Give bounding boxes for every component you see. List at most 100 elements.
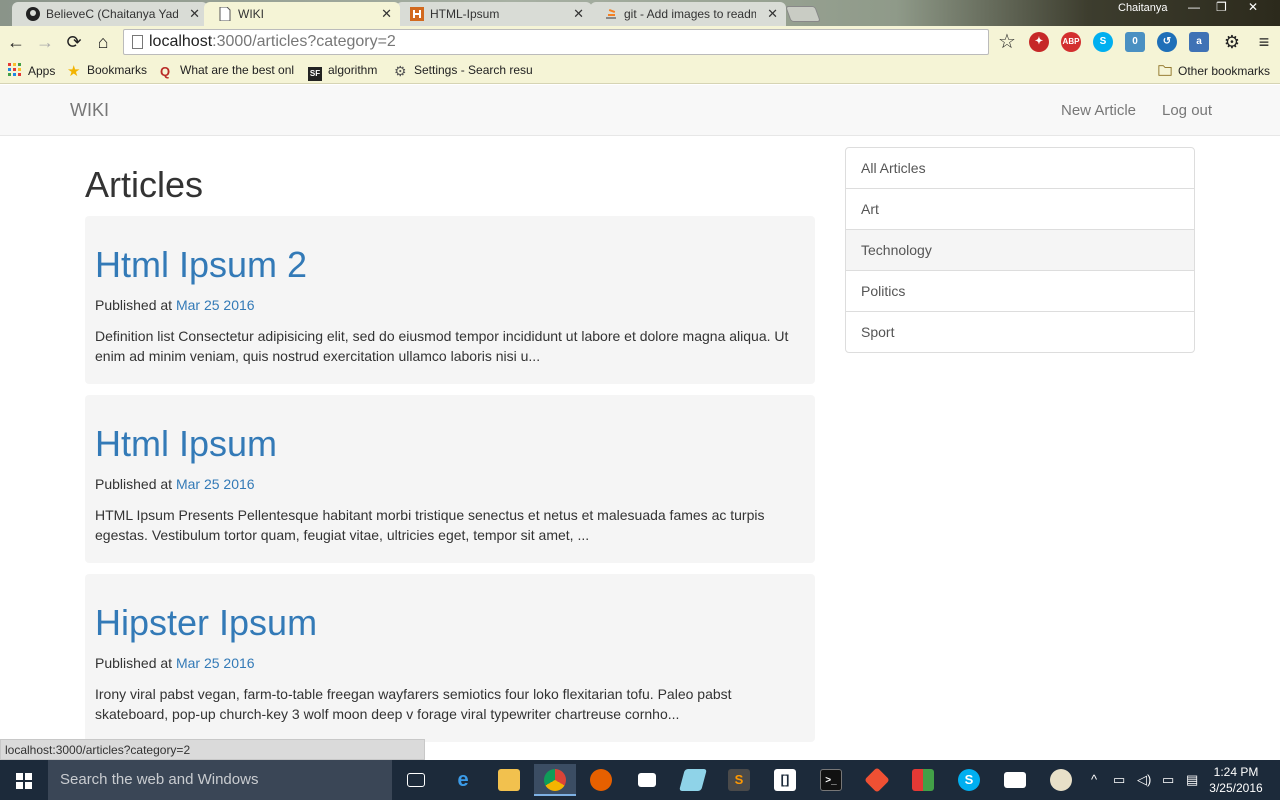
back-icon[interactable]: ← <box>4 30 28 54</box>
minimize-icon[interactable]: — <box>1188 0 1200 14</box>
video-editor-icon <box>1004 772 1026 788</box>
taskbar-office[interactable] <box>902 764 944 796</box>
close-icon[interactable]: ✕ <box>573 6 584 22</box>
tab-html-ipsum[interactable]: HTML-Ipsum ✕ <box>396 2 592 26</box>
article-title-link[interactable]: Html Ipsum 2 <box>95 244 307 286</box>
bookmark-apps[interactable]: Apps <box>8 63 55 78</box>
new-tab-button[interactable] <box>785 6 821 22</box>
site-navbar: WIKI New Article Log out <box>0 85 1280 136</box>
clock-date: 3/25/2016 <box>1209 781 1263 795</box>
sf-icon: SF <box>308 67 322 81</box>
battery-icon[interactable]: ▭ <box>1162 772 1174 788</box>
taskbar-file-explorer[interactable] <box>488 764 530 796</box>
bookmark-settings[interactable]: ⚙ Settings - Search resu <box>394 63 532 78</box>
article-title-link[interactable]: Html Ipsum <box>95 423 277 465</box>
category-list: All Articles Art Technology Politics Spo… <box>845 147 1195 353</box>
windows-logo-icon <box>25 782 32 789</box>
taskbar-app-crystal[interactable] <box>672 764 714 796</box>
url-path: :3000/articles?category=2 <box>212 33 396 50</box>
other-bookmarks-label: Other bookmarks <box>1178 64 1271 78</box>
category-art[interactable]: Art <box>845 188 1195 230</box>
new-article-link[interactable]: New Article <box>1061 102 1136 119</box>
taskbar-skype[interactable]: S <box>948 764 990 796</box>
published-label: Published at <box>95 476 173 492</box>
taskbar-search[interactable]: Search the web and Windows <box>48 760 392 800</box>
html-ipsum-icon <box>410 7 424 21</box>
taskbar-clock[interactable]: 1:24 PM 3/25/2016 <box>1206 764 1266 796</box>
article-date-link[interactable]: Mar 25 2016 <box>176 476 255 492</box>
page-title: Articles <box>85 164 204 205</box>
category-technology[interactable]: Technology <box>845 229 1195 271</box>
github-icon <box>26 7 40 21</box>
taskbar-brackets[interactable]: [] <box>764 764 806 796</box>
star-icon: ★ <box>67 63 81 79</box>
window-close-icon[interactable]: ✕ <box>1248 0 1258 14</box>
category-politics[interactable]: Politics <box>845 270 1195 312</box>
tab-wiki[interactable]: WIKI ✕ <box>204 2 400 26</box>
bookmark-label: algorithm <box>328 63 378 77</box>
category-sport[interactable]: Sport <box>845 311 1195 353</box>
task-view-button[interactable] <box>395 764 437 796</box>
menu-icon[interactable]: ≡ <box>1252 30 1276 54</box>
home-icon[interactable]: ⌂ <box>91 30 115 54</box>
address-bar[interactable]: localhost:3000/articles?category=2 <box>123 29 989 55</box>
edge-icon: e <box>457 769 469 791</box>
article-title-link[interactable]: Hipster Ipsum <box>95 602 317 644</box>
article-card: Html Ipsum Published at Mar 25 2016 HTML… <box>85 395 815 563</box>
skype-icon: S <box>958 769 980 791</box>
windows-logo-icon <box>16 782 23 789</box>
article-date-link[interactable]: Mar 25 2016 <box>176 655 255 671</box>
taskbar-firefox[interactable] <box>580 764 622 796</box>
taskbar-camera[interactable] <box>626 764 668 796</box>
history-icon[interactable]: ↺ <box>1157 32 1177 52</box>
taskbar-paint[interactable] <box>1040 764 1082 796</box>
notifications-icon[interactable]: ▤ <box>1186 772 1198 788</box>
stackoverflow-icon <box>606 9 616 19</box>
download-icon[interactable]: a <box>1189 32 1209 52</box>
bookmark-label: Settings - Search resu <box>414 63 532 77</box>
page-info-icon[interactable] <box>132 35 143 49</box>
taskbar-video[interactable] <box>994 764 1036 796</box>
skype-icon[interactable]: S <box>1093 32 1113 52</box>
tab-title: BelieveC (Chaitanya Yadav <box>46 7 178 21</box>
taskbar-terminal[interactable]: >_ <box>810 764 852 796</box>
article-card: Hipster Ipsum Published at Mar 25 2016 I… <box>85 574 815 742</box>
category-all-articles[interactable]: All Articles <box>845 147 1195 189</box>
bookmark-quora[interactable]: Q What are the best onl <box>160 63 298 79</box>
forward-icon[interactable]: → <box>33 30 57 54</box>
lastpass-icon[interactable]: ✦ <box>1029 32 1049 52</box>
gear-icon[interactable]: ⚙ <box>1220 30 1244 54</box>
taskbar-sublime[interactable]: S <box>718 764 760 796</box>
article-excerpt: HTML Ipsum Presents Pellentesque habitan… <box>95 507 765 543</box>
adblock-plus-icon[interactable]: ABP <box>1061 32 1081 52</box>
article-excerpt: Definition list Consectetur adipisicing … <box>95 328 789 364</box>
tab-github[interactable]: BelieveC (Chaitanya Yadav ✕ <box>12 2 208 26</box>
taskbar-edge[interactable]: e <box>442 764 484 796</box>
tab-stackoverflow[interactable]: git - Add images to readme ✕ <box>590 2 786 26</box>
volume-icon[interactable]: ◁) <box>1137 772 1151 788</box>
bookmark-bookmarks[interactable]: ★ Bookmarks <box>67 63 147 79</box>
bookmark-star-icon[interactable]: ☆ <box>995 30 1019 54</box>
taskbar-chrome[interactable] <box>534 764 576 796</box>
extension-badge-icon[interactable]: 0 <box>1125 32 1145 52</box>
status-url-bubble: localhost:3000/articles?category=2 <box>0 739 425 760</box>
bookmark-label: Apps <box>28 64 56 78</box>
close-icon[interactable]: ✕ <box>189 6 200 22</box>
reload-icon[interactable]: ⟳ <box>62 30 86 54</box>
gear-icon: ⚙ <box>394 63 407 78</box>
network-icon[interactable]: ▭ <box>1113 772 1125 788</box>
log-out-link[interactable]: Log out <box>1162 102 1212 119</box>
restore-icon[interactable]: ❐ <box>1216 0 1227 14</box>
windows-logo-icon <box>16 773 23 780</box>
close-icon[interactable]: ✕ <box>767 6 778 22</box>
brand-link[interactable]: WIKI <box>70 100 109 121</box>
chevron-up-icon[interactable]: ^ <box>1091 772 1097 787</box>
other-bookmarks[interactable]: Other bookmarks <box>1158 63 1270 78</box>
windows-taskbar: Search the web and Windows e S [] >_ S ^… <box>0 760 1280 800</box>
taskbar-git[interactable] <box>856 764 898 796</box>
close-icon[interactable]: ✕ <box>381 6 392 22</box>
article-date-link[interactable]: Mar 25 2016 <box>176 297 255 313</box>
start-button[interactable] <box>0 760 48 800</box>
profile-name[interactable]: Chaitanya <box>1118 2 1168 14</box>
bookmark-algorithm[interactable]: SF algorithm <box>308 63 377 81</box>
